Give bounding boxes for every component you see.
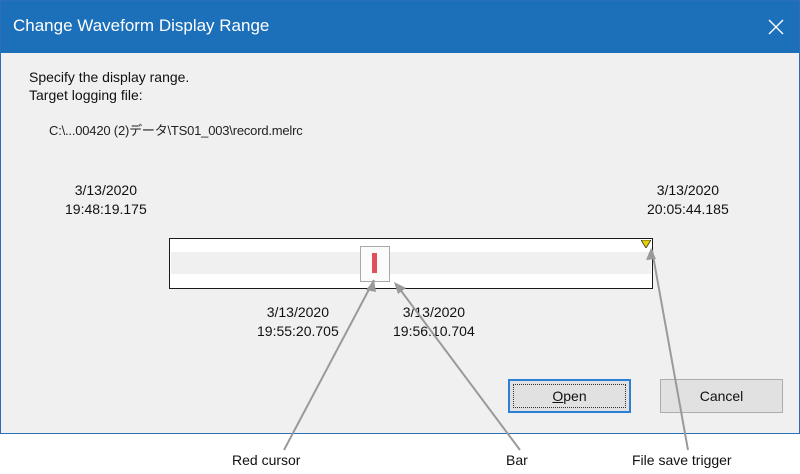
target-file-path: C:\...00420 (2)データ\TS01_003\record.melrc bbox=[49, 123, 303, 138]
red-cursor[interactable] bbox=[372, 253, 377, 273]
open-button[interactable]: Open bbox=[508, 379, 631, 413]
bar-start-time: 19:55:20.705 bbox=[257, 323, 339, 339]
instruction-text: Specify the display range. bbox=[29, 69, 190, 85]
bar-end-timestamp: 3/13/2020 19:56:10.704 bbox=[393, 303, 475, 341]
display-range-track[interactable] bbox=[169, 238, 653, 289]
close-button[interactable] bbox=[753, 1, 799, 53]
bar-start-date: 3/13/2020 bbox=[266, 304, 330, 320]
change-waveform-dialog: Change Waveform Display Range Specify th… bbox=[0, 0, 800, 434]
open-label: pen bbox=[563, 388, 587, 404]
file-save-trigger-callout: File save trigger bbox=[632, 452, 732, 468]
bar-callout: Bar bbox=[506, 452, 528, 468]
title-bar: Change Waveform Display Range bbox=[1, 1, 799, 53]
bar-start-timestamp: 3/13/2020 19:55:20.705 bbox=[257, 303, 339, 341]
range-end-date: 3/13/2020 bbox=[656, 182, 720, 198]
instructions: Specify the display range. Target loggin… bbox=[29, 68, 189, 104]
open-button-focus: Open bbox=[513, 384, 626, 408]
range-start-date: 3/13/2020 bbox=[74, 182, 138, 198]
cancel-button[interactable]: Cancel bbox=[660, 379, 783, 413]
range-start-timestamp: 3/13/2020 19:48:19.175 bbox=[65, 181, 147, 219]
range-end-time: 20:05:44.185 bbox=[647, 201, 729, 217]
bar-end-time: 19:56:10.704 bbox=[393, 323, 475, 339]
red-cursor-callout: Red cursor bbox=[232, 452, 301, 468]
dialog-title: Change Waveform Display Range bbox=[13, 16, 270, 35]
range-start-time: 19:48:19.175 bbox=[65, 201, 147, 217]
file-save-trigger-marker bbox=[641, 240, 651, 248]
range-end-timestamp: 3/13/2020 20:05:44.185 bbox=[647, 181, 729, 219]
open-mnemonic: O bbox=[552, 388, 564, 404]
cancel-label: Cancel bbox=[699, 388, 744, 404]
target-file-label: Target logging file: bbox=[29, 87, 143, 103]
close-icon bbox=[768, 19, 784, 35]
range-band bbox=[171, 252, 651, 274]
dialog-content: Specify the display range. Target loggin… bbox=[1, 53, 799, 433]
bar-end-date: 3/13/2020 bbox=[402, 304, 466, 320]
